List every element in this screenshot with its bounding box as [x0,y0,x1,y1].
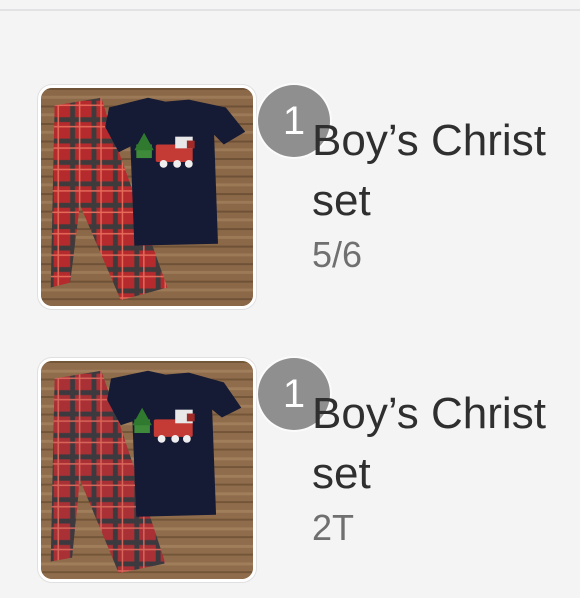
product-title[interactable]: Boy’s Christ set [312,384,580,504]
product-size: 5/6 [312,234,363,275]
product-title[interactable]: Boy’s Christ set [312,111,580,231]
plaid-pajama-set-photo-icon [38,358,256,582]
cart-item[interactable]: 1 Boy’s Christ set 2T [0,328,580,598]
product-thumbnail[interactable]: 1 [38,85,330,309]
top-divider [0,9,580,11]
product-size: 2T [312,507,355,548]
plaid-pajama-set-photo-icon [38,85,256,309]
product-thumbnail[interactable]: 1 [38,358,330,582]
cart-item[interactable]: 1 Boy’s Christ set 5/6 [0,55,580,325]
